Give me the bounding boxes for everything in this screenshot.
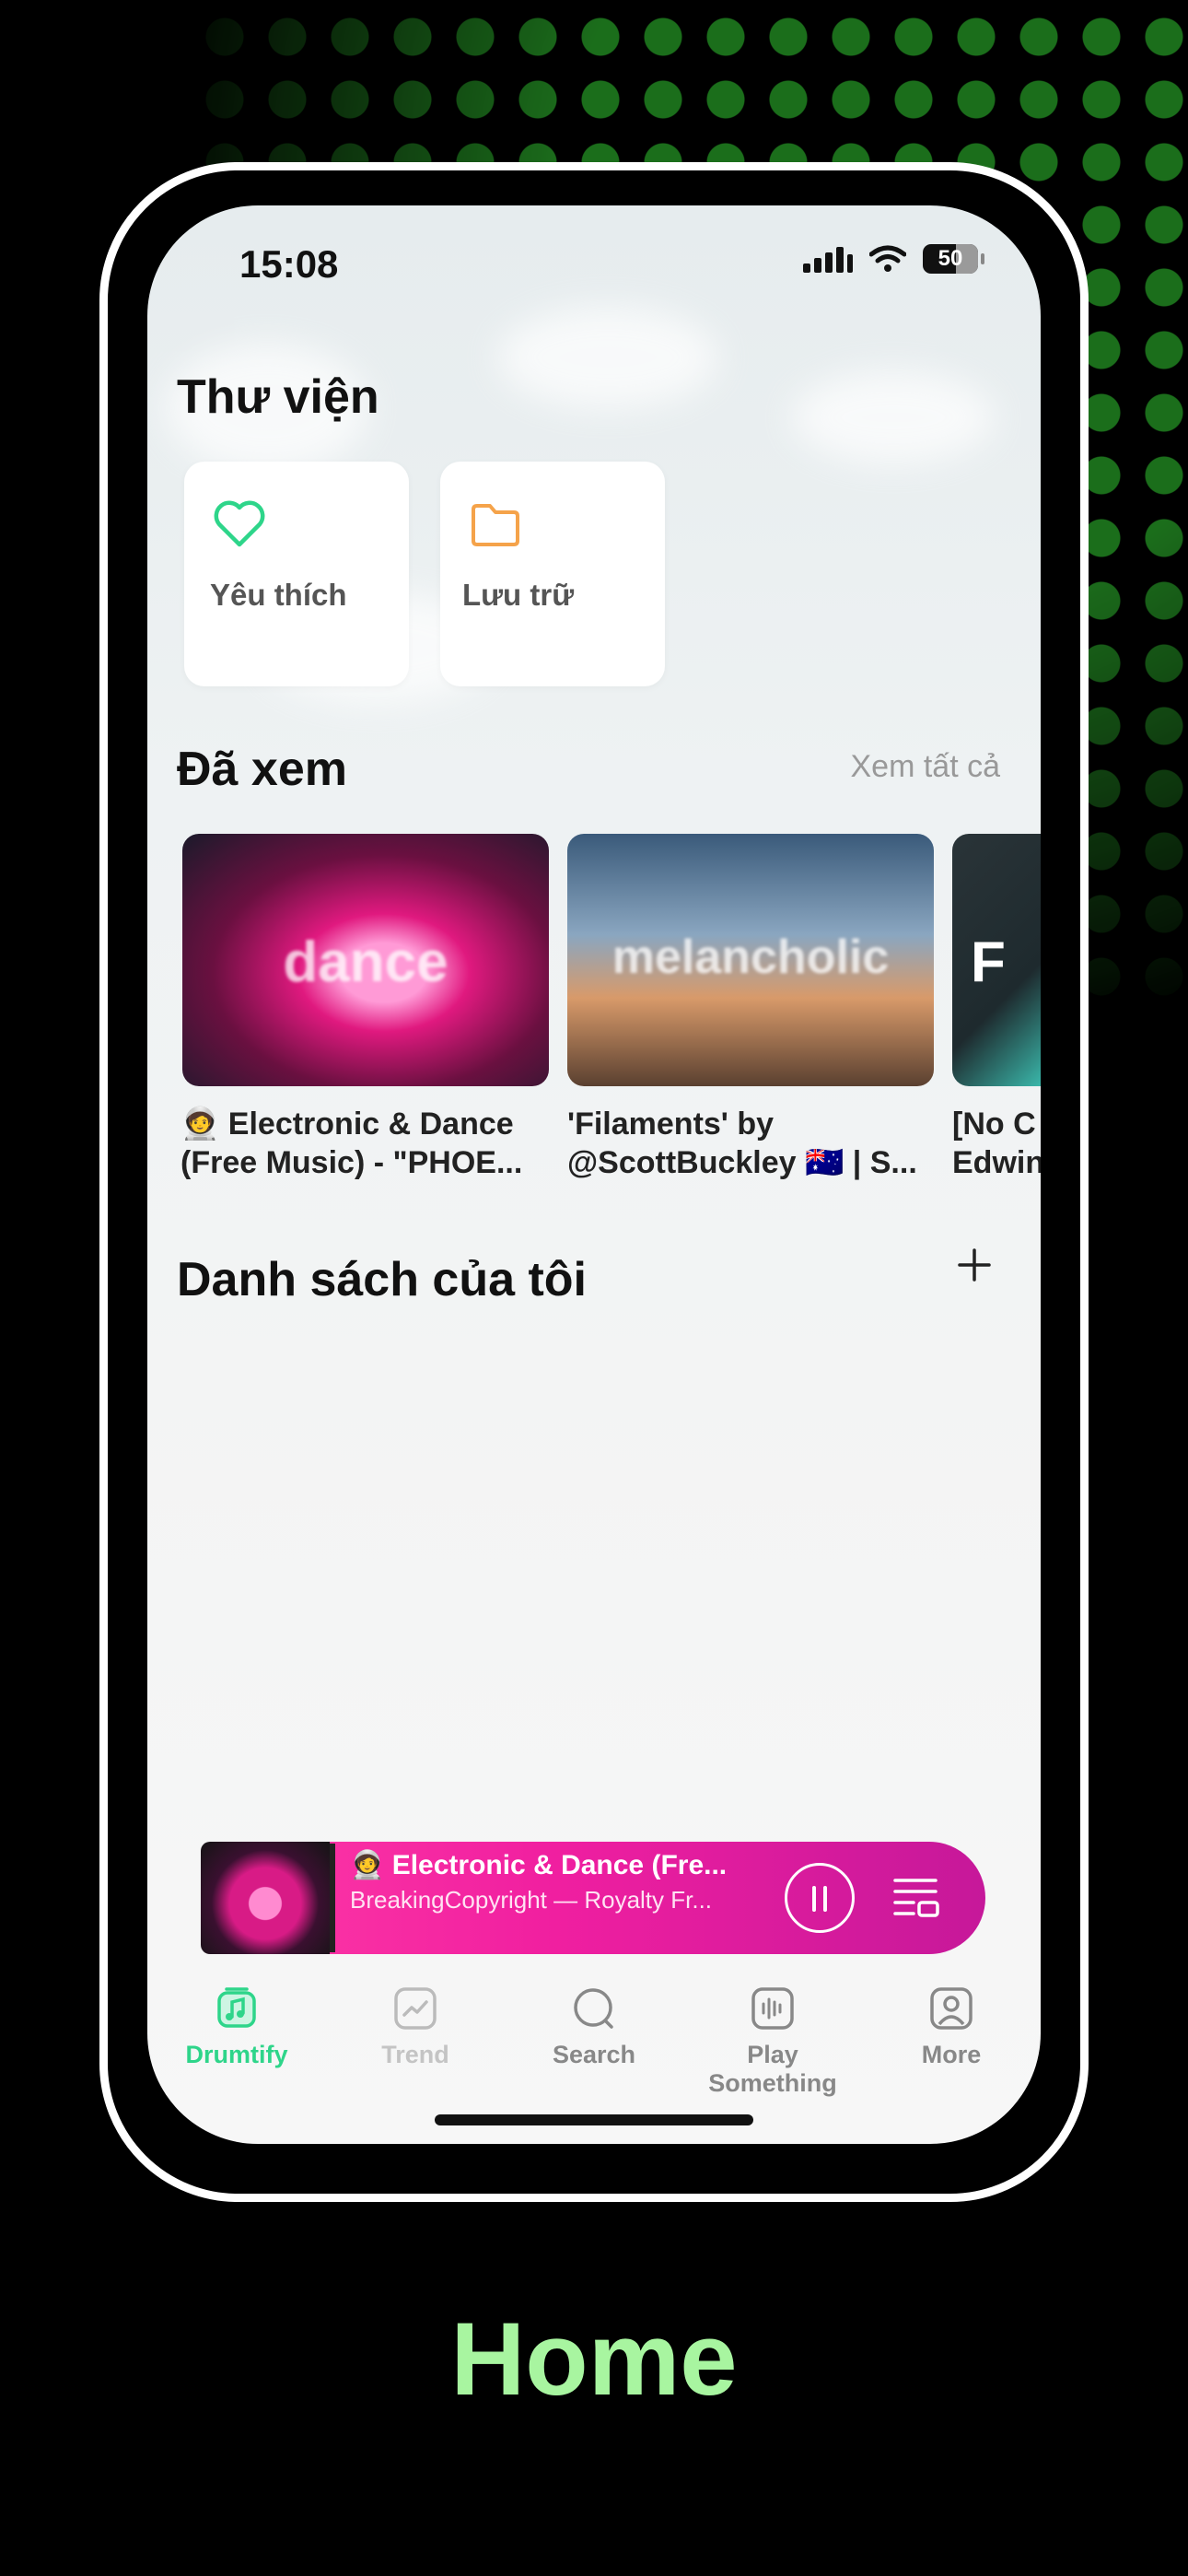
folder-icon xyxy=(472,504,519,546)
heart-icon xyxy=(214,500,265,547)
queue-icon[interactable] xyxy=(893,1875,941,1921)
tab-label: Trend xyxy=(381,2041,449,2068)
video-caption[interactable]: 🧑‍🚀 Electronic & Dance (Free Music) - "P… xyxy=(181,1105,558,1182)
tab-label: Drumtify xyxy=(185,2041,288,2068)
player-artwork xyxy=(201,1842,330,1954)
video-caption-line: @ScottBuckley 🇦🇺 | S... xyxy=(567,1145,917,1180)
cloud-decoration xyxy=(792,371,995,463)
video-thumbnail-dance[interactable]: dance xyxy=(182,834,549,1086)
video-caption[interactable]: [No C Edwin xyxy=(952,1105,1041,1182)
profile-icon xyxy=(930,1987,973,2030)
status-icons: 50 xyxy=(803,244,984,274)
battery-icon: 50 xyxy=(923,244,984,274)
home-indicator[interactable] xyxy=(435,2114,753,2125)
status-time: 15:08 xyxy=(239,242,339,286)
player-title: 🧑‍🚀 Electronic & Dance (Fre... xyxy=(350,1850,728,1880)
library-title: Thư viện xyxy=(177,370,379,424)
player-subtitle: BreakingCopyright — Royalty Fr... xyxy=(350,1886,713,1914)
video-caption-line: (Free Music) - "PHOE... xyxy=(181,1145,523,1180)
pause-button[interactable] xyxy=(785,1863,855,1933)
archive-card[interactable]: Lưu trữ xyxy=(440,462,665,686)
tab-label: More xyxy=(921,2041,982,2068)
video-caption-line: 'Filaments' by xyxy=(567,1107,775,1142)
favorites-label: Yêu thích xyxy=(210,578,347,612)
video-caption-line: 🧑‍🚀 Electronic & Dance xyxy=(181,1107,514,1142)
waveform-icon xyxy=(751,1987,794,2030)
video-caption-line: [No C xyxy=(952,1107,1036,1142)
cloud-decoration xyxy=(497,307,718,408)
video-caption[interactable]: 'Filaments' by @ScottBuckley 🇦🇺 | S... xyxy=(567,1105,945,1182)
search-icon xyxy=(574,1988,613,2029)
archive-label: Lưu trữ xyxy=(462,578,575,612)
tab-play-something[interactable]: Play Something xyxy=(683,1985,862,2098)
thumbnail-text: F xyxy=(971,931,1006,994)
tab-trend[interactable]: Trend xyxy=(326,1985,505,2069)
tab-label: Search xyxy=(552,2041,636,2068)
mini-player[interactable]: 🧑‍🚀 Electronic & Dance (Fre... BreakingC… xyxy=(201,1842,985,1954)
tab-search[interactable]: Search xyxy=(505,1985,683,2069)
thumbnail-text: dance xyxy=(283,931,448,994)
see-all-link[interactable]: Xem tất cả xyxy=(850,749,1000,785)
add-playlist-icon[interactable] xyxy=(956,1247,993,1283)
watched-title: Đã xem xyxy=(177,743,347,796)
tab-drumtify[interactable]: Drumtify xyxy=(147,1985,326,2069)
video-caption-line: Edwin xyxy=(952,1145,1041,1180)
cellular-signal-icon xyxy=(803,245,853,273)
tab-label: Play Something xyxy=(708,2041,837,2097)
favorites-card[interactable]: Yêu thích xyxy=(184,462,409,686)
video-thumbnail-3[interactable]: F xyxy=(952,834,1041,1086)
my-playlists-title: Danh sách của tôi xyxy=(177,1253,587,1306)
video-thumbnail-melancholic[interactable]: melancholic xyxy=(567,834,934,1086)
music-note-icon xyxy=(217,1987,256,2028)
tab-more[interactable]: More xyxy=(862,1985,1041,2069)
app-screen: 15:08 50 Thư viện Yêu thích Lưu trữ Đã x… xyxy=(147,205,1041,2144)
thumbnail-text: melancholic xyxy=(611,931,890,984)
wifi-icon xyxy=(869,245,906,272)
trend-icon xyxy=(394,1987,437,2030)
screen-caption: Home xyxy=(450,2301,738,2417)
